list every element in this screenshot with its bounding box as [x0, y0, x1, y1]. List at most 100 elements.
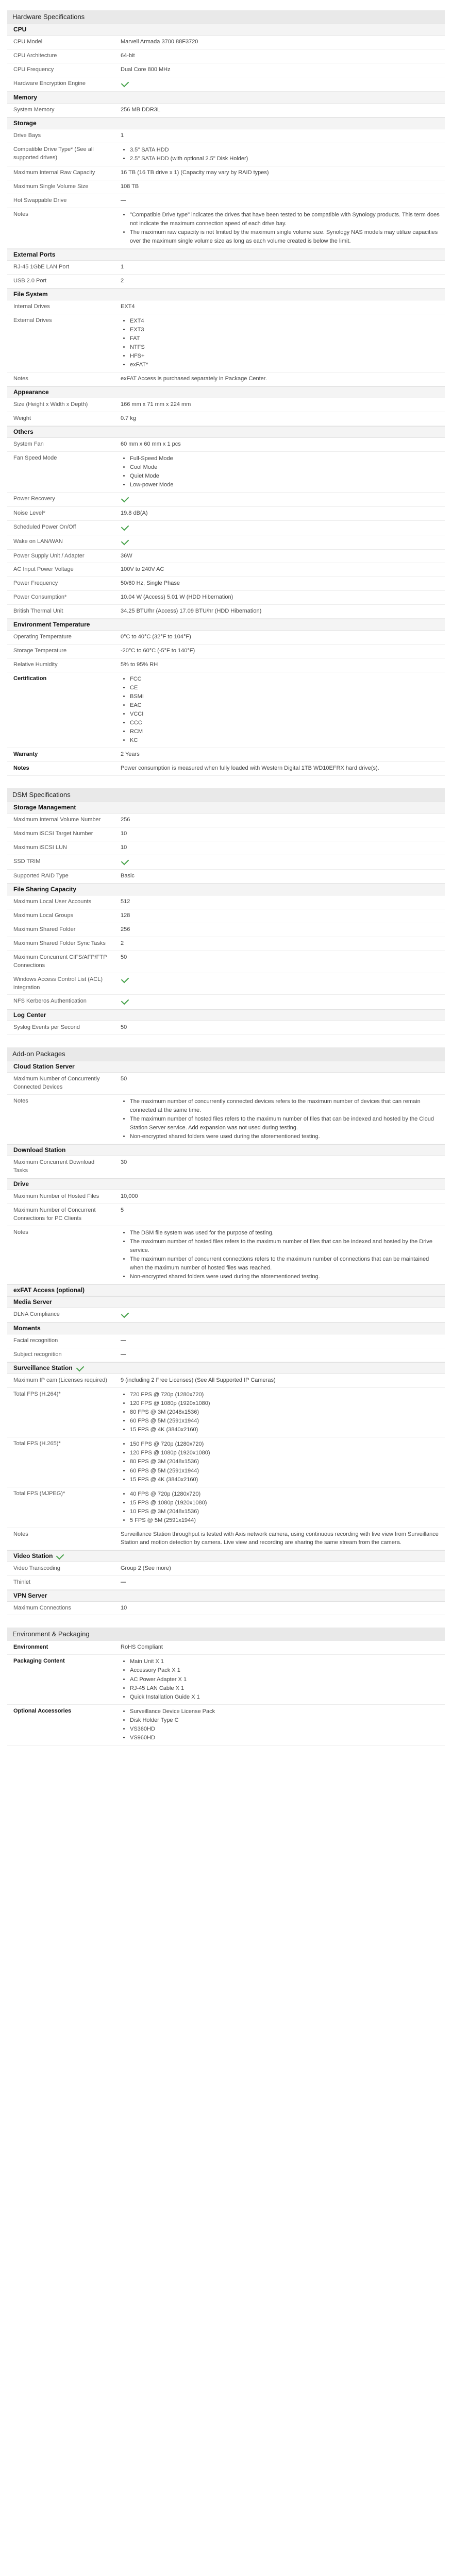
- spec-row: Maximum Internal Volume Number 256: [7, 814, 445, 828]
- list-item: Quick Installation Guide X 1: [130, 1693, 440, 1702]
- spec-row: Environment RoHS Compliant: [7, 1641, 445, 1655]
- spec-label: Maximum Local User Accounts: [13, 898, 91, 905]
- group-header: Storage Management: [7, 802, 445, 814]
- spec-label: Maximum iSCSI Target Number: [13, 831, 93, 837]
- list-item: VS960HD: [130, 1734, 440, 1742]
- spec-label: Total FPS (H.264)*: [13, 1391, 61, 1398]
- spec-value: 256: [121, 817, 130, 823]
- spec-row: Internal Drives EXT4: [7, 300, 445, 314]
- spec-label: Scheduled Power On/Off: [13, 523, 76, 530]
- spec-row: Windows Access Control List (ACL) integr…: [7, 973, 445, 995]
- spec-value: "Compatible Drive type" indicates the dr…: [115, 208, 445, 248]
- spec-value: Basic: [121, 873, 135, 879]
- spec-label: Maximum Connections: [13, 1604, 71, 1611]
- value-list: 720 FPS @ 720p (1280x720)120 FPS @ 1080p…: [121, 1391, 440, 1434]
- spec-row: Scheduled Power On/Off: [7, 521, 445, 535]
- spec-value: 720 FPS @ 720p (1280x720)120 FPS @ 1080p…: [115, 1388, 445, 1437]
- spec-label: USB 2.0 Port: [13, 277, 47, 284]
- spec-row: Facial recognition: [7, 1334, 445, 1349]
- list-item: RCM: [130, 727, 440, 736]
- spec-label: Fan Speed Mode: [13, 454, 57, 461]
- list-item: EXT3: [130, 326, 440, 334]
- spec-value: 1: [121, 263, 124, 270]
- spec-label: External Drives: [13, 317, 52, 324]
- spec-row: Total FPS (H.264)* 720 FPS @ 720p (1280x7…: [7, 1388, 445, 1438]
- spec-page: Hardware Specifications CPU CPU Model Marve…: [7, 0, 445, 1758]
- spec-value: 5% to 95% RH: [121, 662, 158, 668]
- spec-label: Power Supply Unit / Adapter: [13, 552, 85, 559]
- spec-label: Syslog Events per Second: [13, 1024, 80, 1031]
- group-title: Video Station: [13, 1552, 53, 1560]
- spec-label: Hot Swappable Drive: [13, 197, 67, 204]
- spec-row: System Fan 60 mm x 60 mm x 1 pcs: [7, 438, 445, 452]
- spec-value: exFAT Access is purchased separately in …: [121, 375, 267, 382]
- group-header: Video Station: [7, 1550, 445, 1562]
- spec-row: Certification FCCCEBSMIEACVCCICCCRCMKC: [7, 672, 445, 749]
- spec-value: [115, 77, 445, 91]
- list-item: The maximum number of hosted files refer…: [130, 1115, 440, 1132]
- spec-label: Optional Accessories: [13, 1707, 72, 1714]
- group-title: External Ports: [13, 250, 56, 258]
- spec-value: Group 2 (See more): [121, 1565, 171, 1571]
- spec-label: Maximum Number of Hosted Files: [13, 1193, 99, 1200]
- spec-label: Notes: [13, 211, 28, 217]
- spec-label: Supported RAID Type: [13, 873, 69, 879]
- group-header: Media Server: [7, 1296, 445, 1309]
- spec-section: Hardware Specifications CPU CPU Model Marve…: [7, 10, 445, 776]
- spec-label: Noise Level*: [13, 510, 45, 516]
- spec-value: 30: [121, 1159, 127, 1166]
- list-item: RJ-45 LAN Cable X 1: [130, 1684, 440, 1693]
- group-header: Storage: [7, 117, 445, 129]
- spec-value: 50/60 Hz, Single Phase: [121, 580, 180, 587]
- value-list: 3.5" SATA HDD2.5" SATA HDD (with optiona…: [121, 146, 440, 163]
- spec-row: Notes Surveillance Station throughput is …: [7, 1528, 445, 1550]
- spec-value: 60 mm x 60 mm x 1 pcs: [121, 440, 181, 447]
- list-item: VS360HD: [130, 1725, 440, 1734]
- spec-value: [115, 194, 445, 208]
- spec-row: Maximum iSCSI LUN 10: [7, 841, 445, 856]
- spec-label: Notes: [13, 765, 29, 772]
- spec-label: Maximum Single Volume Size: [13, 183, 89, 190]
- spec-value: [115, 855, 445, 869]
- spec-row: Notes "Compatible Drive type" indicates t…: [7, 208, 445, 249]
- list-item: 60 FPS @ 5M (2591x1944): [130, 1417, 440, 1426]
- value-list: The DSM file system was used for the pur…: [121, 1229, 440, 1281]
- spec-label: Total FPS (MJPEG)*: [13, 1490, 65, 1497]
- spec-value: 128: [121, 912, 130, 919]
- list-item: CE: [130, 684, 440, 692]
- list-item: HFS+: [130, 352, 440, 361]
- spec-value: 2: [121, 277, 124, 284]
- spec-label: Maximum Concurrent CIFS/AFP/FTP Connecti…: [13, 954, 107, 969]
- spec-value: 0°C to 40°C (32°F to 104°F): [121, 634, 191, 640]
- list-item: 80 FPS @ 3M (2048x1536): [130, 1408, 440, 1417]
- spec-value: Power consumption is measured when fully…: [121, 765, 379, 772]
- spec-label: Warranty: [13, 751, 38, 758]
- spec-label: Maximum Internal Raw Capacity: [13, 169, 95, 176]
- spec-group: exFAT Access (optional): [7, 1284, 445, 1297]
- spec-label: CPU Frequency: [13, 66, 54, 73]
- list-item: Accessory Pack X 1: [130, 1666, 440, 1675]
- group-title: CPU: [13, 26, 27, 33]
- spec-label: Maximum Shared Folder: [13, 926, 76, 933]
- spec-value: 5: [121, 1207, 124, 1214]
- spec-value: 512: [121, 898, 130, 905]
- group-title: Environment Temperature: [13, 621, 90, 629]
- spec-value: 16 TB (16 TB drive x 1) (Capacity may va…: [121, 169, 269, 176]
- spec-value: [115, 995, 445, 1009]
- spec-section: Add-on Packages Cloud Station Server Maxim…: [7, 1047, 445, 1616]
- check-icon: [121, 522, 129, 531]
- spec-label: Certification: [13, 675, 47, 682]
- spec-label: Notes: [13, 1098, 28, 1105]
- spec-group: Certification FCCCEBSMIEACVCCICCCRCMKC War…: [7, 672, 445, 776]
- group-header: exFAT Access (optional): [7, 1284, 445, 1297]
- spec-value: 64-bit: [121, 52, 135, 59]
- group-title: Log Center: [13, 1011, 46, 1019]
- group-title: Surveillance Station: [13, 1364, 73, 1372]
- spec-row: Notes Power consumption is measured when …: [7, 762, 445, 776]
- group-header: Environment Temperature: [7, 619, 445, 631]
- spec-row: Subject recognition: [7, 1348, 445, 1363]
- spec-value: 40 FPS @ 720p (1280x720)15 FPS @ 1080p (…: [115, 1487, 445, 1528]
- spec-value: 50: [121, 954, 127, 960]
- spec-row: Wake on LAN/WAN: [7, 535, 445, 550]
- spec-row: Power Supply Unit / Adapter 36W: [7, 550, 445, 564]
